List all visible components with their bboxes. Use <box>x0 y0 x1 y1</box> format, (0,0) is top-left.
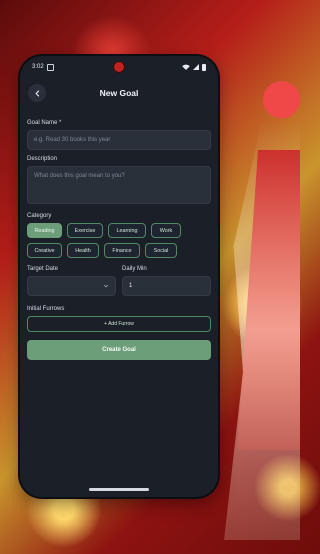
back-button[interactable] <box>28 84 46 102</box>
goal-name-input[interactable]: e.g. Read 30 books this year <box>27 130 211 150</box>
app-bar: New Goal <box>20 78 218 108</box>
category-label: Category <box>27 213 52 219</box>
chip-finance[interactable]: Finance <box>104 243 140 258</box>
status-left: 3:02 <box>32 63 54 71</box>
chip-learning[interactable]: Learning <box>108 223 146 238</box>
target-date-select[interactable] <box>27 276 116 296</box>
goal-name-label: Goal Name * <box>27 120 62 126</box>
daily-min-input[interactable]: 1 <box>122 276 211 296</box>
description-placeholder: What does this goal mean to you? <box>34 173 125 179</box>
chip-creative[interactable]: Creative <box>27 243 62 258</box>
add-furrow-button[interactable]: + Add Furrow <box>27 316 211 332</box>
create-goal-button[interactable]: Create Goal <box>27 340 211 360</box>
front-camera <box>113 61 125 73</box>
phone-screen: 3:02 New Goal Goal Name * e.g. Read 30 b… <box>20 56 218 497</box>
date-min-row: Target Date Daily Min 1 <box>27 260 211 296</box>
category-chips: Reading Exercise Learning Work Creative … <box>27 223 215 258</box>
status-time: 3:02 <box>32 64 44 70</box>
status-bar: 3:02 <box>20 56 218 78</box>
status-right <box>182 63 206 71</box>
daily-min-group: Daily Min 1 <box>122 260 211 296</box>
chip-work[interactable]: Work <box>151 223 181 238</box>
page-title: New Goal <box>99 88 139 98</box>
chip-health[interactable]: Health <box>67 243 99 258</box>
target-date-label: Target Date <box>27 266 59 272</box>
wifi-icon <box>182 64 190 70</box>
target-date-group: Target Date <box>27 260 116 296</box>
chip-reading[interactable]: Reading <box>27 223 62 238</box>
furrows-label: Initial Furrows <box>27 306 65 312</box>
home-indicator[interactable] <box>89 488 149 491</box>
back-arrow-icon <box>35 89 39 97</box>
notification-icon <box>46 63 54 71</box>
signal-icon <box>193 64 199 70</box>
daily-min-label: Daily Min <box>122 266 147 272</box>
description-input[interactable]: What does this goal mean to you? <box>27 166 211 204</box>
battery-icon <box>202 63 206 71</box>
chip-social[interactable]: Social <box>145 243 177 258</box>
goal-name-placeholder: e.g. Read 30 books this year <box>34 137 111 143</box>
background-lace <box>224 120 300 540</box>
goal-form: Goal Name * e.g. Read 30 books this year… <box>20 108 218 360</box>
chevron-down-icon <box>103 284 109 288</box>
chip-exercise[interactable]: Exercise <box>67 223 103 238</box>
description-label: Description <box>27 156 58 162</box>
